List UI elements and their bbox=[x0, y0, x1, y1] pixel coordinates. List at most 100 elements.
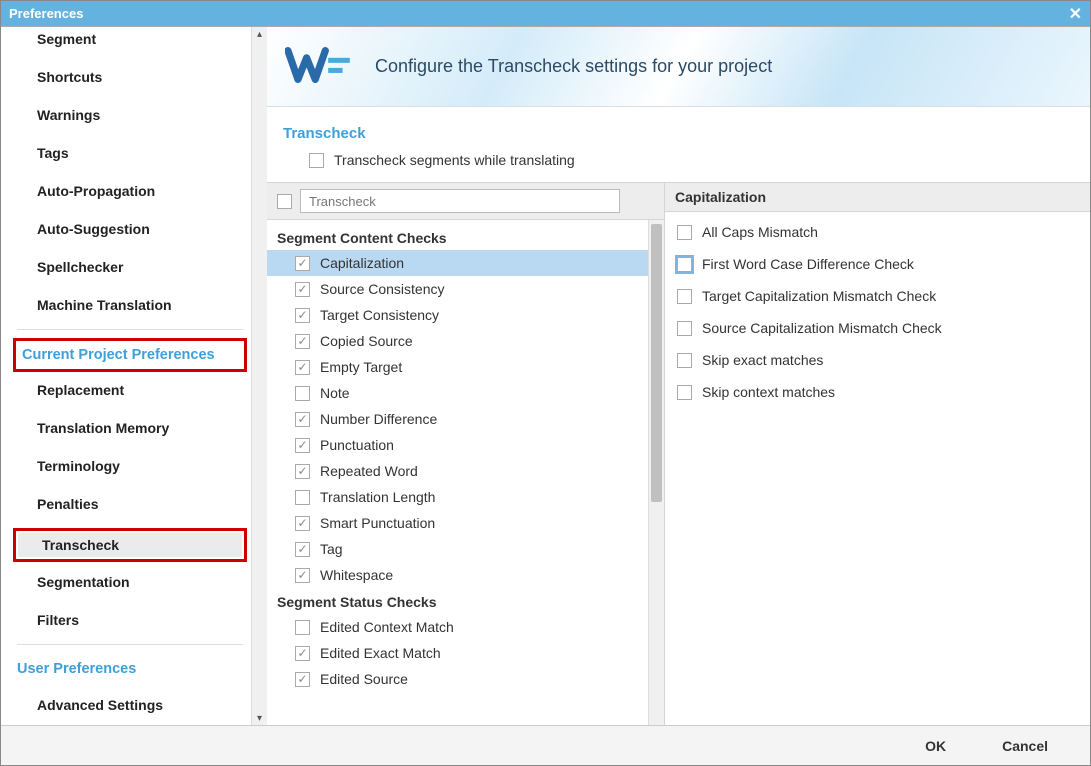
checks-group-header: Segment Content Checks bbox=[267, 224, 648, 250]
options-list: All Caps MismatchFirst Word Case Differe… bbox=[665, 212, 1090, 725]
sidebar-item-translation-memory[interactable]: Translation Memory bbox=[13, 414, 251, 442]
sidebar-item-segment[interactable]: Segment bbox=[13, 31, 251, 53]
check-row[interactable]: Whitespace bbox=[267, 562, 648, 588]
check-label: Target Consistency bbox=[320, 307, 439, 323]
sidebar-item-penalties[interactable]: Penalties bbox=[13, 490, 251, 518]
check-label: Smart Punctuation bbox=[320, 515, 435, 531]
option-checkbox[interactable] bbox=[677, 257, 692, 272]
check-checkbox[interactable] bbox=[295, 646, 310, 661]
check-label: Capitalization bbox=[320, 255, 404, 271]
check-checkbox[interactable] bbox=[295, 672, 310, 687]
checks-list-scroll-thumb[interactable] bbox=[651, 224, 662, 502]
check-checkbox[interactable] bbox=[295, 438, 310, 453]
checks-search-input[interactable] bbox=[300, 189, 620, 213]
check-row[interactable]: Edited Source bbox=[267, 666, 648, 692]
sidebar-item-replacement[interactable]: Replacement bbox=[13, 376, 251, 404]
check-checkbox[interactable] bbox=[295, 360, 310, 375]
content-panel: Configure the Transcheck settings for yo… bbox=[267, 27, 1090, 725]
check-checkbox[interactable] bbox=[295, 464, 310, 479]
select-all-checkbox[interactable] bbox=[277, 194, 292, 209]
sidebar-header-project: Current Project Preferences bbox=[18, 343, 242, 367]
check-row[interactable]: Repeated Word bbox=[267, 458, 648, 484]
sidebar-scrollbar[interactable]: ▴ ▾ bbox=[251, 27, 267, 725]
check-checkbox[interactable] bbox=[295, 282, 310, 297]
check-label: Number Difference bbox=[320, 411, 437, 427]
sidebar-item-shortcuts[interactable]: Shortcuts bbox=[13, 63, 251, 91]
sidebar-item-filters[interactable]: Filters bbox=[13, 606, 251, 634]
option-row: Skip exact matches bbox=[665, 344, 1090, 376]
checks-left-column: Segment Content Checks Capitalization Sour… bbox=[267, 183, 665, 725]
option-checkbox[interactable] bbox=[677, 385, 692, 400]
check-row[interactable]: Number Difference bbox=[267, 406, 648, 432]
ok-button[interactable]: OK bbox=[907, 730, 964, 762]
window-title: Preferences bbox=[9, 6, 83, 21]
topcheck-row: Transcheck segments while translating bbox=[267, 152, 1090, 182]
option-checkbox[interactable] bbox=[677, 353, 692, 368]
check-label: Source Consistency bbox=[320, 281, 445, 297]
check-label: Note bbox=[320, 385, 350, 401]
check-label: Edited Exact Match bbox=[320, 645, 441, 661]
check-checkbox[interactable] bbox=[295, 490, 310, 505]
check-checkbox[interactable] bbox=[295, 620, 310, 635]
check-row[interactable]: Tag bbox=[267, 536, 648, 562]
scroll-down-icon[interactable]: ▾ bbox=[252, 711, 267, 725]
sidebar-item-auto-suggestion[interactable]: Auto-Suggestion bbox=[13, 215, 251, 243]
sidebar-header-user: User Preferences bbox=[13, 653, 251, 685]
sidebar-item-tags[interactable]: Tags bbox=[13, 139, 251, 167]
transcheck-while-translating-checkbox[interactable] bbox=[309, 153, 324, 168]
sidebar-item-segmentation[interactable]: Segmentation bbox=[13, 568, 251, 596]
checks-list-scrollbar[interactable] bbox=[648, 220, 664, 725]
check-checkbox[interactable] bbox=[295, 542, 310, 557]
check-row[interactable]: Smart Punctuation bbox=[267, 510, 648, 536]
check-checkbox[interactable] bbox=[295, 516, 310, 531]
sidebar-item-advanced-settings[interactable]: Advanced Settings bbox=[13, 691, 251, 719]
cancel-button[interactable]: Cancel bbox=[984, 730, 1066, 762]
checks-list: Segment Content Checks Capitalization Sour… bbox=[267, 220, 648, 725]
check-checkbox[interactable] bbox=[295, 412, 310, 427]
option-checkbox[interactable] bbox=[677, 289, 692, 304]
option-label: Target Capitalization Mismatch Check bbox=[702, 288, 936, 304]
check-row[interactable]: Capitalization bbox=[267, 250, 648, 276]
check-row[interactable]: Copied Source bbox=[267, 328, 648, 354]
sidebar: Segment Shortcuts Warnings Tags Auto-Pro… bbox=[1, 27, 267, 725]
check-row[interactable]: Note bbox=[267, 380, 648, 406]
scroll-up-icon[interactable]: ▴ bbox=[252, 27, 267, 41]
check-label: Repeated Word bbox=[320, 463, 418, 479]
check-checkbox[interactable] bbox=[295, 386, 310, 401]
sidebar-item-spellchecker[interactable]: Spellchecker bbox=[13, 253, 251, 281]
option-checkbox[interactable] bbox=[677, 225, 692, 240]
check-row[interactable]: Translation Length bbox=[267, 484, 648, 510]
check-row[interactable]: Target Consistency bbox=[267, 302, 648, 328]
sidebar-item-auto-propagation[interactable]: Auto-Propagation bbox=[13, 177, 251, 205]
checks-right-header: Capitalization bbox=[665, 183, 1090, 212]
option-checkbox[interactable] bbox=[677, 321, 692, 336]
sidebar-item-warnings[interactable]: Warnings bbox=[13, 101, 251, 129]
option-row: Skip context matches bbox=[665, 376, 1090, 408]
section-title: Transcheck bbox=[267, 107, 1090, 152]
option-label: All Caps Mismatch bbox=[702, 224, 818, 240]
check-row[interactable]: Empty Target bbox=[267, 354, 648, 380]
check-checkbox[interactable] bbox=[295, 308, 310, 323]
check-checkbox[interactable] bbox=[295, 568, 310, 583]
sidebar-item-terminology[interactable]: Terminology bbox=[13, 452, 251, 480]
checks-left-header bbox=[267, 183, 664, 220]
sidebar-separator bbox=[17, 329, 243, 330]
option-row: Source Capitalization Mismatch Check bbox=[665, 312, 1090, 344]
check-row[interactable]: Edited Context Match bbox=[267, 614, 648, 640]
check-checkbox[interactable] bbox=[295, 334, 310, 349]
highlight-project-header: Current Project Preferences bbox=[13, 338, 247, 372]
sidebar-item-machine-translation[interactable]: Machine Translation bbox=[13, 291, 251, 319]
check-row[interactable]: Punctuation bbox=[267, 432, 648, 458]
check-label: Edited Source bbox=[320, 671, 408, 687]
check-row[interactable]: Source Consistency bbox=[267, 276, 648, 302]
right-panel-title: Capitalization bbox=[675, 189, 766, 205]
option-label: Skip exact matches bbox=[702, 352, 823, 368]
option-row: All Caps Mismatch bbox=[665, 216, 1090, 248]
checks-group-header: Segment Status Checks bbox=[267, 588, 648, 614]
check-row[interactable]: Edited Exact Match bbox=[267, 640, 648, 666]
check-checkbox[interactable] bbox=[295, 256, 310, 271]
transcheck-while-translating-label: Transcheck segments while translating bbox=[334, 152, 575, 168]
sidebar-item-transcheck[interactable]: Transcheck bbox=[18, 533, 242, 557]
close-icon[interactable]: ✕ bbox=[1069, 4, 1082, 24]
check-label: Copied Source bbox=[320, 333, 413, 349]
